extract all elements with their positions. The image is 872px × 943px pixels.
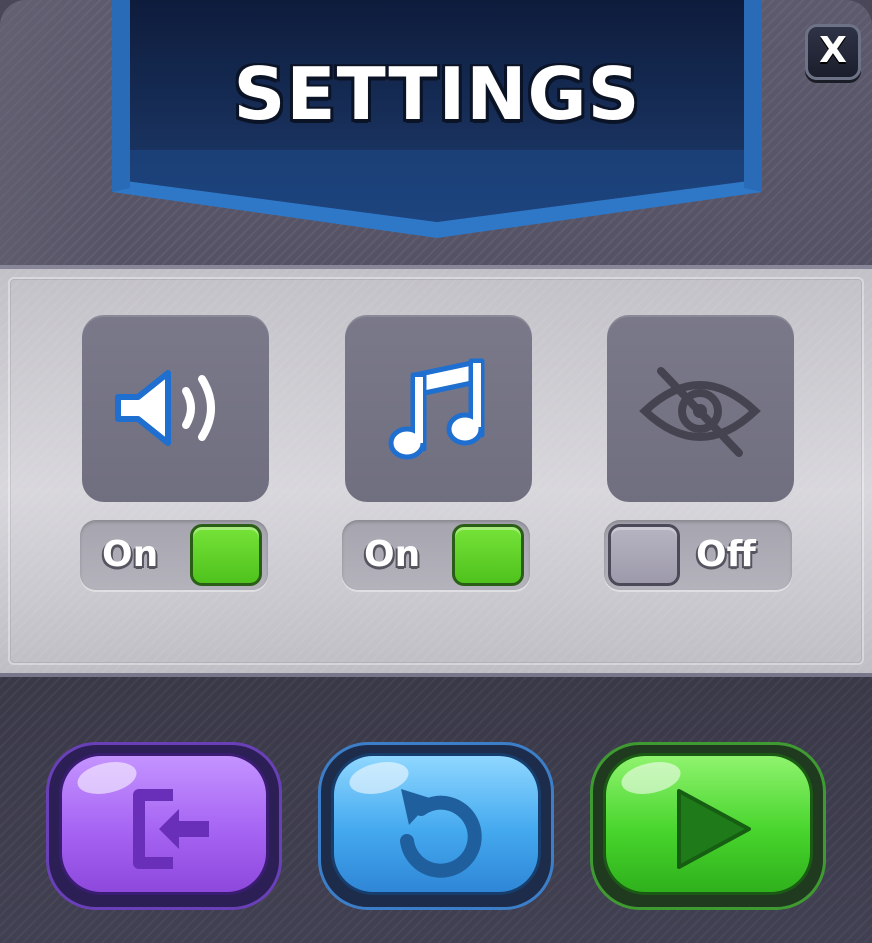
visibility-toggle[interactable]: Off (604, 520, 792, 590)
music-note-icon (388, 358, 485, 460)
play-icon (677, 789, 751, 869)
restart-icon (400, 789, 482, 878)
music-tile[interactable] (345, 315, 532, 502)
sound-toggle[interactable]: On (80, 520, 268, 590)
visibility-tile[interactable] (607, 315, 794, 502)
restart-button[interactable] (318, 742, 554, 910)
sound-tile[interactable] (82, 315, 269, 502)
exit-door-icon (133, 789, 209, 869)
eye-off-icon (639, 367, 761, 457)
music-toggle[interactable]: On (342, 520, 530, 590)
visibility-toggle-label: Off (696, 534, 756, 575)
play-button[interactable] (590, 742, 826, 910)
exit-button[interactable] (46, 742, 282, 910)
close-button[interactable]: X (805, 24, 861, 80)
page-title: SETTINGS (233, 52, 641, 136)
title-banner: SETTINGS (112, 0, 762, 238)
speaker-icon (115, 370, 215, 446)
music-toggle-knob[interactable] (452, 524, 524, 586)
close-icon: X (819, 30, 847, 71)
visibility-toggle-knob[interactable] (608, 524, 680, 586)
music-toggle-label: On (364, 534, 421, 575)
sound-toggle-label: On (102, 534, 159, 575)
sound-toggle-knob[interactable] (190, 524, 262, 586)
